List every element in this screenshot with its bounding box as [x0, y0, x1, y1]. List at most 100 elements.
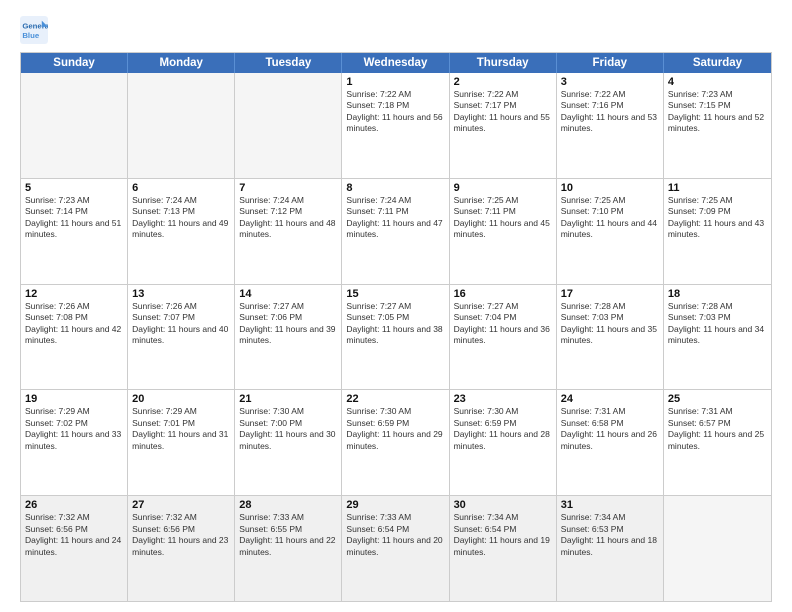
calendar-row-3: 19Sunrise: 7:29 AM Sunset: 7:02 PM Dayli…	[21, 390, 771, 496]
calendar-day-18: 18Sunrise: 7:28 AM Sunset: 7:03 PM Dayli…	[664, 285, 771, 390]
calendar-day-9: 9Sunrise: 7:25 AM Sunset: 7:11 PM Daylig…	[450, 179, 557, 284]
calendar-day-24: 24Sunrise: 7:31 AM Sunset: 6:58 PM Dayli…	[557, 390, 664, 495]
calendar-day-27: 27Sunrise: 7:32 AM Sunset: 6:56 PM Dayli…	[128, 496, 235, 601]
day-number: 3	[561, 76, 659, 88]
day-info: Sunrise: 7:34 AM Sunset: 6:53 PM Dayligh…	[561, 512, 659, 558]
day-info: Sunrise: 7:23 AM Sunset: 7:15 PM Dayligh…	[668, 89, 767, 135]
calendar-day-21: 21Sunrise: 7:30 AM Sunset: 7:00 PM Dayli…	[235, 390, 342, 495]
day-info: Sunrise: 7:26 AM Sunset: 7:07 PM Dayligh…	[132, 301, 230, 347]
day-info: Sunrise: 7:29 AM Sunset: 7:02 PM Dayligh…	[25, 406, 123, 452]
day-info: Sunrise: 7:22 AM Sunset: 7:17 PM Dayligh…	[454, 89, 552, 135]
day-info: Sunrise: 7:27 AM Sunset: 7:04 PM Dayligh…	[454, 301, 552, 347]
calendar-cell-empty	[21, 73, 128, 178]
day-number: 28	[239, 499, 337, 511]
calendar-row-2: 12Sunrise: 7:26 AM Sunset: 7:08 PM Dayli…	[21, 285, 771, 391]
calendar-day-7: 7Sunrise: 7:24 AM Sunset: 7:12 PM Daylig…	[235, 179, 342, 284]
calendar-day-4: 4Sunrise: 7:23 AM Sunset: 7:15 PM Daylig…	[664, 73, 771, 178]
calendar-day-31: 31Sunrise: 7:34 AM Sunset: 6:53 PM Dayli…	[557, 496, 664, 601]
day-info: Sunrise: 7:33 AM Sunset: 6:54 PM Dayligh…	[346, 512, 444, 558]
day-number: 22	[346, 393, 444, 405]
day-number: 18	[668, 288, 767, 300]
day-number: 12	[25, 288, 123, 300]
calendar-row-1: 5Sunrise: 7:23 AM Sunset: 7:14 PM Daylig…	[21, 179, 771, 285]
day-number: 4	[668, 76, 767, 88]
calendar-cell-empty	[235, 73, 342, 178]
weekday-header-wednesday: Wednesday	[342, 53, 449, 73]
calendar-day-1: 1Sunrise: 7:22 AM Sunset: 7:18 PM Daylig…	[342, 73, 449, 178]
calendar-day-12: 12Sunrise: 7:26 AM Sunset: 7:08 PM Dayli…	[21, 285, 128, 390]
day-info: Sunrise: 7:24 AM Sunset: 7:13 PM Dayligh…	[132, 195, 230, 241]
calendar-day-11: 11Sunrise: 7:25 AM Sunset: 7:09 PM Dayli…	[664, 179, 771, 284]
logo-icon: General Blue	[20, 16, 48, 44]
day-number: 31	[561, 499, 659, 511]
calendar-day-14: 14Sunrise: 7:27 AM Sunset: 7:06 PM Dayli…	[235, 285, 342, 390]
calendar-body: 1Sunrise: 7:22 AM Sunset: 7:18 PM Daylig…	[21, 73, 771, 601]
day-info: Sunrise: 7:33 AM Sunset: 6:55 PM Dayligh…	[239, 512, 337, 558]
calendar-day-20: 20Sunrise: 7:29 AM Sunset: 7:01 PM Dayli…	[128, 390, 235, 495]
day-info: Sunrise: 7:25 AM Sunset: 7:10 PM Dayligh…	[561, 195, 659, 241]
weekday-header-sunday: Sunday	[21, 53, 128, 73]
day-info: Sunrise: 7:22 AM Sunset: 7:18 PM Dayligh…	[346, 89, 444, 135]
day-info: Sunrise: 7:32 AM Sunset: 6:56 PM Dayligh…	[132, 512, 230, 558]
day-info: Sunrise: 7:30 AM Sunset: 6:59 PM Dayligh…	[454, 406, 552, 452]
day-info: Sunrise: 7:24 AM Sunset: 7:11 PM Dayligh…	[346, 195, 444, 241]
day-number: 13	[132, 288, 230, 300]
calendar-day-29: 29Sunrise: 7:33 AM Sunset: 6:54 PM Dayli…	[342, 496, 449, 601]
day-info: Sunrise: 7:23 AM Sunset: 7:14 PM Dayligh…	[25, 195, 123, 241]
calendar-day-19: 19Sunrise: 7:29 AM Sunset: 7:02 PM Dayli…	[21, 390, 128, 495]
day-info: Sunrise: 7:31 AM Sunset: 6:58 PM Dayligh…	[561, 406, 659, 452]
day-number: 10	[561, 182, 659, 194]
calendar-day-28: 28Sunrise: 7:33 AM Sunset: 6:55 PM Dayli…	[235, 496, 342, 601]
day-info: Sunrise: 7:29 AM Sunset: 7:01 PM Dayligh…	[132, 406, 230, 452]
weekday-header-saturday: Saturday	[664, 53, 771, 73]
day-number: 15	[346, 288, 444, 300]
day-info: Sunrise: 7:30 AM Sunset: 7:00 PM Dayligh…	[239, 406, 337, 452]
calendar: SundayMondayTuesdayWednesdayThursdayFrid…	[20, 52, 772, 602]
day-number: 11	[668, 182, 767, 194]
day-info: Sunrise: 7:25 AM Sunset: 7:11 PM Dayligh…	[454, 195, 552, 241]
calendar-row-0: 1Sunrise: 7:22 AM Sunset: 7:18 PM Daylig…	[21, 73, 771, 179]
calendar-day-17: 17Sunrise: 7:28 AM Sunset: 7:03 PM Dayli…	[557, 285, 664, 390]
calendar-row-4: 26Sunrise: 7:32 AM Sunset: 6:56 PM Dayli…	[21, 496, 771, 601]
calendar-day-16: 16Sunrise: 7:27 AM Sunset: 7:04 PM Dayli…	[450, 285, 557, 390]
calendar-cell-empty	[664, 496, 771, 601]
day-info: Sunrise: 7:34 AM Sunset: 6:54 PM Dayligh…	[454, 512, 552, 558]
calendar-day-3: 3Sunrise: 7:22 AM Sunset: 7:16 PM Daylig…	[557, 73, 664, 178]
weekday-header-thursday: Thursday	[450, 53, 557, 73]
calendar-day-22: 22Sunrise: 7:30 AM Sunset: 6:59 PM Dayli…	[342, 390, 449, 495]
day-number: 20	[132, 393, 230, 405]
day-number: 30	[454, 499, 552, 511]
day-number: 2	[454, 76, 552, 88]
page: General Blue SundayMondayTuesdayWednesda…	[0, 0, 792, 612]
day-number: 1	[346, 76, 444, 88]
day-number: 24	[561, 393, 659, 405]
day-number: 23	[454, 393, 552, 405]
day-number: 9	[454, 182, 552, 194]
day-number: 17	[561, 288, 659, 300]
day-info: Sunrise: 7:32 AM Sunset: 6:56 PM Dayligh…	[25, 512, 123, 558]
day-number: 5	[25, 182, 123, 194]
svg-text:Blue: Blue	[22, 31, 40, 40]
day-info: Sunrise: 7:28 AM Sunset: 7:03 PM Dayligh…	[561, 301, 659, 347]
day-info: Sunrise: 7:27 AM Sunset: 7:06 PM Dayligh…	[239, 301, 337, 347]
calendar-day-10: 10Sunrise: 7:25 AM Sunset: 7:10 PM Dayli…	[557, 179, 664, 284]
day-number: 16	[454, 288, 552, 300]
header: General Blue	[20, 16, 772, 44]
day-number: 25	[668, 393, 767, 405]
day-info: Sunrise: 7:28 AM Sunset: 7:03 PM Dayligh…	[668, 301, 767, 347]
weekday-header-monday: Monday	[128, 53, 235, 73]
calendar-cell-empty	[128, 73, 235, 178]
calendar-day-23: 23Sunrise: 7:30 AM Sunset: 6:59 PM Dayli…	[450, 390, 557, 495]
day-number: 26	[25, 499, 123, 511]
day-info: Sunrise: 7:31 AM Sunset: 6:57 PM Dayligh…	[668, 406, 767, 452]
day-number: 21	[239, 393, 337, 405]
day-info: Sunrise: 7:30 AM Sunset: 6:59 PM Dayligh…	[346, 406, 444, 452]
day-number: 6	[132, 182, 230, 194]
day-number: 19	[25, 393, 123, 405]
calendar-header: SundayMondayTuesdayWednesdayThursdayFrid…	[21, 53, 771, 73]
calendar-day-13: 13Sunrise: 7:26 AM Sunset: 7:07 PM Dayli…	[128, 285, 235, 390]
calendar-day-15: 15Sunrise: 7:27 AM Sunset: 7:05 PM Dayli…	[342, 285, 449, 390]
day-number: 7	[239, 182, 337, 194]
calendar-day-30: 30Sunrise: 7:34 AM Sunset: 6:54 PM Dayli…	[450, 496, 557, 601]
day-number: 27	[132, 499, 230, 511]
